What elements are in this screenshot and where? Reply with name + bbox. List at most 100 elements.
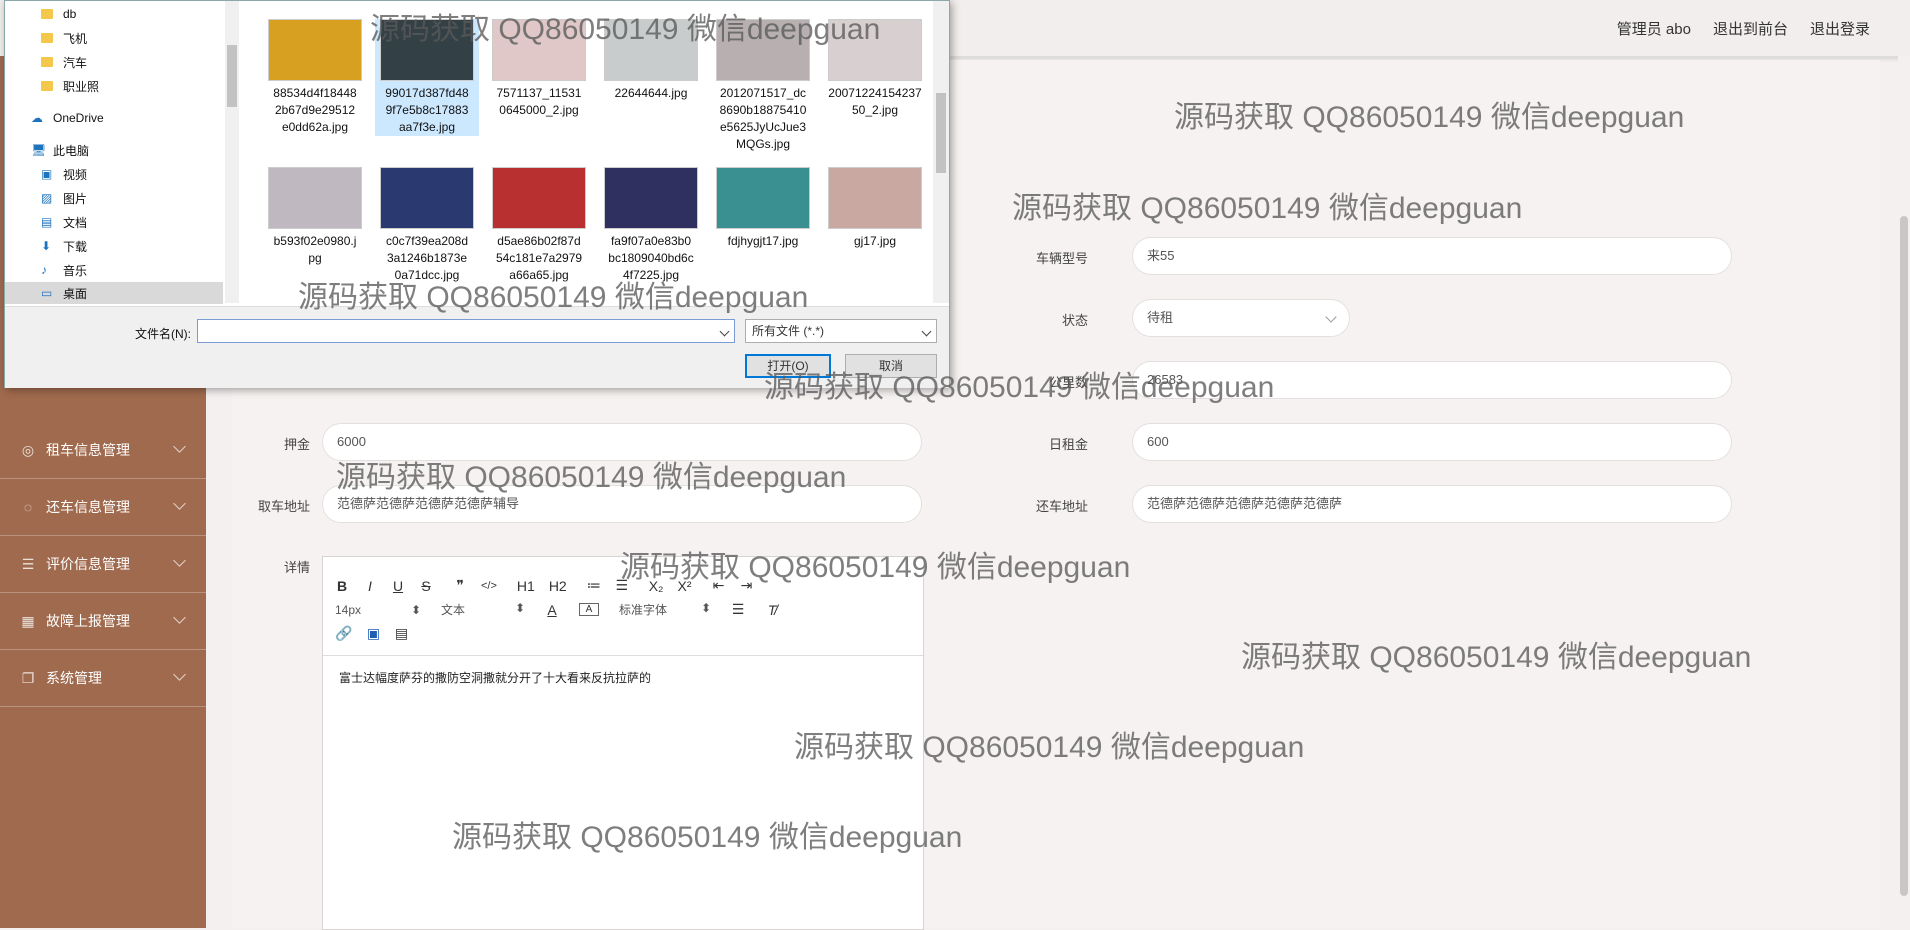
tree-item[interactable]: ⬇ 下载 [41,235,87,257]
tree-item-label: 职业照 [63,79,100,94]
filename-input[interactable] [197,319,735,343]
file-item[interactable]: 20071224154237 50_2.jpg [823,19,927,119]
file-name-text: gj17.jpg [853,234,897,248]
code-block-button[interactable]: </> [481,580,497,592]
heading2-button[interactable]: H2 [549,578,567,594]
file-name-text: 3a1246b1873e [386,251,468,265]
underline-button[interactable]: U [391,578,405,594]
bullet-list-button[interactable]: ☰ [615,577,629,594]
font-size-select[interactable]: 14px ⬍ [335,603,421,617]
video-icon[interactable]: ▤ [394,625,408,642]
tree-scrollbar-thumb[interactable] [227,45,237,107]
tree-item[interactable]: 飞机 [41,27,87,49]
return-address-input[interactable]: 范德萨范德萨范德萨范德萨范德萨 [1132,485,1732,523]
mileage-input[interactable]: 26583 [1132,361,1732,399]
file-open-dialog: db 飞机 汽车职业照 ☁ OneDrive 🖥 此电脑 ▣ 视频 ▨ 图片 ▤ 文档 ⬇ 下载 ♪ 音乐 ▭ 桌面… [4,0,950,388]
sidebar-item-label: 评价信息管理 [46,556,130,572]
outdent-button[interactable]: ⇤ [712,577,726,594]
font-color-icon[interactable]: A [545,602,559,618]
file-name-text: aa7f3e.jpg [398,120,456,134]
file-thumbnail [604,19,698,81]
tree-item-label: 图片 [63,191,88,206]
sidebar-item-system[interactable]: ❐ 系统管理 [0,650,206,707]
tree-scrollbar[interactable] [225,1,239,303]
sidebar-item-return[interactable]: ◌ 还车信息管理 [0,479,206,536]
editor-toolbar-row-1: B I U S ❞ </> H1 H2 ≔ ☰ X₂ X² ⇤ ⇥ [335,577,754,594]
file-item[interactable]: 99017d387fd48 9f7e5b8c17883 aa7f3e.jpg [375,19,479,136]
file-name-text: fdjhygjt17.jpg [727,234,799,248]
background-color-icon[interactable]: A [579,603,599,616]
logout-link[interactable]: 退出登录 [1810,18,1870,39]
back-to-frontend-link[interactable]: 退出到前台 [1713,18,1788,39]
file-item[interactable]: 22644644.jpg [599,19,703,102]
file-item[interactable]: 7571137_11531 0645000_2.jpg [487,19,591,119]
detail-label: 详情 [283,560,310,575]
detail-editor[interactable]: B I U S ❞ </> H1 H2 ≔ ☰ X₂ X² ⇤ ⇥ 14px ⬍ … [322,556,924,930]
folder-icon [41,81,53,91]
sidebar-item-rental[interactable]: ◎ 租车信息管理 [0,422,206,479]
sidebar-item-fault[interactable]: ▦ 故障上报管理 [0,593,206,650]
pickup-address-input[interactable]: 范德萨范德萨范德萨范德萨辅导 [322,485,922,523]
tree-item[interactable]: ▣ 视频 [41,163,87,185]
file-item[interactable]: fa9f07a0e83b0 bc1809040bd6c 4f7225.jpg [599,167,703,284]
file-thumbnail [268,19,362,81]
page-scrollbar[interactable] [1898,56,1910,928]
file-grid-scrollbar-thumb[interactable] [936,93,946,173]
tree-item[interactable]: db [41,3,76,25]
file-name-text: d5ae86b02f87d [497,234,581,248]
blockquote-button[interactable]: ❞ [453,577,467,594]
tree-item[interactable]: ♪ 音乐 [41,259,87,281]
tree-item[interactable]: ▨ 图片 [41,187,87,209]
indent-button[interactable]: ⇥ [740,577,754,594]
page-scrollbar-thumb[interactable] [1900,216,1908,896]
file-name-text: 0a71dcc.jpg [394,268,460,282]
copy-icon: ❐ [21,669,35,686]
updown-icon: ⬍ [410,602,421,617]
align-icon[interactable]: ☰ [731,601,745,618]
editor-content[interactable]: 富士达幅度萨芬的撒防空洞撒就分开了十大看来反抗拉萨的 [339,669,651,686]
cancel-button[interactable]: 取消 [845,354,937,378]
file-item[interactable]: gj17.jpg [823,167,927,250]
filetype-select[interactable]: 所有文件 (*.*) [745,319,937,343]
tree-item[interactable]: ☁ OneDrive [31,107,104,129]
open-button[interactable]: 打开(O) [745,354,831,378]
font-family-select[interactable]: 标准字体 ⬍ [619,601,711,618]
status-select[interactable]: 待租 [1132,299,1350,337]
superscript-button[interactable]: X² [678,578,692,594]
dialog-bottom-bar: 文件名(N): 所有文件 (*.*) 打开(O) 取消 [5,306,949,388]
file-name-text: 99017d387fd48 [385,86,469,100]
file-item[interactable]: fdjhygjt17.jpg [711,167,815,250]
ordered-list-button[interactable]: ≔ [587,577,601,594]
tree-item[interactable]: 汽车 [41,51,87,73]
file-grid-scrollbar[interactable] [933,1,949,303]
tree-item[interactable]: 🖥 此电脑 [31,139,89,161]
file-item[interactable]: c0c7f39ea208d 3a1246b1873e 0a71dcc.jpg [375,167,479,284]
sidebar-item-review[interactable]: ☰ 评价信息管理 [0,536,206,593]
file-item[interactable]: b593f02e0980.j pg [263,167,367,267]
subscript-button[interactable]: X₂ [649,578,664,594]
model-input[interactable]: 来55 [1132,237,1732,275]
chevron-down-icon [719,326,730,337]
file-item[interactable]: 88534d4f18448 2b67d9e29512 e0dd62a.jpg [263,19,367,136]
editor-divider [323,655,923,656]
image-icon[interactable]: ▣ [366,625,380,642]
tree-item[interactable]: ▭ 桌面 [41,282,87,304]
tree-item[interactable]: 职业照 [41,75,99,97]
text-style-select[interactable]: 文本 ⬍ [441,601,525,618]
bold-button[interactable]: B [335,578,349,594]
deposit-input[interactable]: 6000 [322,423,922,461]
tree-item[interactable]: ▤ 文档 [41,211,87,233]
daily-rent-input[interactable]: 600 [1132,423,1732,461]
video-icon: ▣ [41,167,53,181]
strike-button[interactable]: S [419,578,433,594]
clear-format-icon[interactable]: T̸ [765,602,779,618]
file-name-text: 88534d4f18448 [273,86,357,100]
file-name-text: pg [308,251,322,265]
file-item[interactable]: 2012071517_dc 8690b18875410 e5625JyUcJue3 M… [711,19,815,153]
heading1-button[interactable]: H1 [517,578,535,594]
link-icon[interactable]: 🔗 [335,625,352,642]
italic-button[interactable]: I [363,578,377,594]
file-thumbnail [828,167,922,229]
file-item[interactable]: d5ae86b02f87d 54c181e7a2979 a66a65.jpg [487,167,591,284]
deposit-label: 押金 [283,437,310,452]
